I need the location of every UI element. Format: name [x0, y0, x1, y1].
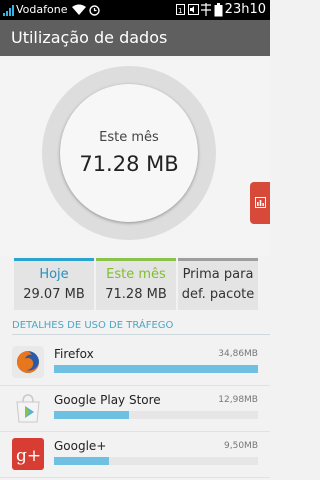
app-usage-size: 34,86MB	[218, 349, 258, 359]
svg-text:g+: g+	[16, 446, 41, 466]
usage-dial-area: Este mês 71.28 MB	[0, 56, 270, 256]
clock: 23h10	[224, 2, 266, 17]
app-name: Firefox	[54, 347, 94, 361]
chart-side-tab[interactable]	[250, 182, 270, 224]
alarm-icon	[89, 5, 100, 16]
usage-bar-fill	[54, 365, 258, 373]
play-store-icon	[16, 394, 40, 423]
signal-icon	[3, 5, 14, 16]
google-plus-icon: g+	[12, 438, 44, 470]
divider	[12, 334, 270, 335]
usage-bar-track	[54, 411, 258, 419]
carrier-name: Vodafone	[16, 3, 68, 16]
dial-period-label: Este mês	[99, 130, 159, 145]
usage-bar-track	[54, 365, 258, 373]
bar-chart-icon	[255, 197, 266, 208]
wifi-icon	[72, 4, 86, 15]
mute-icon	[188, 4, 199, 15]
card-title: Este mês	[106, 267, 166, 282]
card-value: 71.28 MB	[105, 287, 167, 302]
page-title: Utilização de dados	[11, 28, 168, 47]
card-accent-bar	[178, 258, 258, 261]
card-accent-bar	[14, 258, 94, 261]
section-header: DETALHES DE USO DE TRÁFEGO	[12, 320, 174, 331]
network-type-icon	[201, 3, 211, 16]
usage-bar-fill	[54, 457, 110, 465]
usage-bar-fill	[54, 411, 130, 419]
svg-text:1: 1	[178, 7, 182, 15]
status-bar: Vodafone 1 23h10	[0, 0, 270, 20]
summary-cards: Hoje 29.07 MB Este mês 71.28 MB Prima pa…	[0, 258, 270, 312]
card-value: def. pacote	[181, 287, 255, 302]
usage-bar-track	[54, 457, 258, 465]
card-title: Prima para	[182, 267, 254, 282]
firefox-icon	[12, 346, 44, 378]
app-name: Google+	[54, 439, 107, 453]
card-title: Hoje	[39, 267, 69, 282]
app-name: Google Play Store	[54, 393, 161, 407]
card-this-month[interactable]: Este mês 71.28 MB	[96, 258, 176, 310]
app-bar: Utilização de dados	[0, 20, 270, 56]
app-row-firefox[interactable]: Firefox 34,86MB	[0, 340, 270, 386]
sim-icon: 1	[176, 4, 185, 15]
card-set-plan[interactable]: Prima para def. pacote	[178, 258, 258, 310]
app-row-play-store[interactable]: Google Play Store 12,98MB	[0, 386, 270, 432]
row-separator	[0, 477, 270, 478]
app-row-google-plus[interactable]: g+ Google+ 9,50MB	[0, 432, 270, 478]
app-usage-size: 9,50MB	[224, 441, 258, 451]
card-value: 29.07 MB	[23, 287, 85, 302]
battery-icon	[214, 3, 223, 17]
card-today[interactable]: Hoje 29.07 MB	[14, 258, 94, 310]
dial-usage-value: 71.28 MB	[79, 152, 179, 176]
app-usage-size: 12,98MB	[218, 395, 258, 405]
card-accent-bar	[96, 258, 176, 261]
usage-dial[interactable]: Este mês 71.28 MB	[42, 66, 216, 240]
usage-dial-center: Este mês 71.28 MB	[60, 84, 198, 222]
